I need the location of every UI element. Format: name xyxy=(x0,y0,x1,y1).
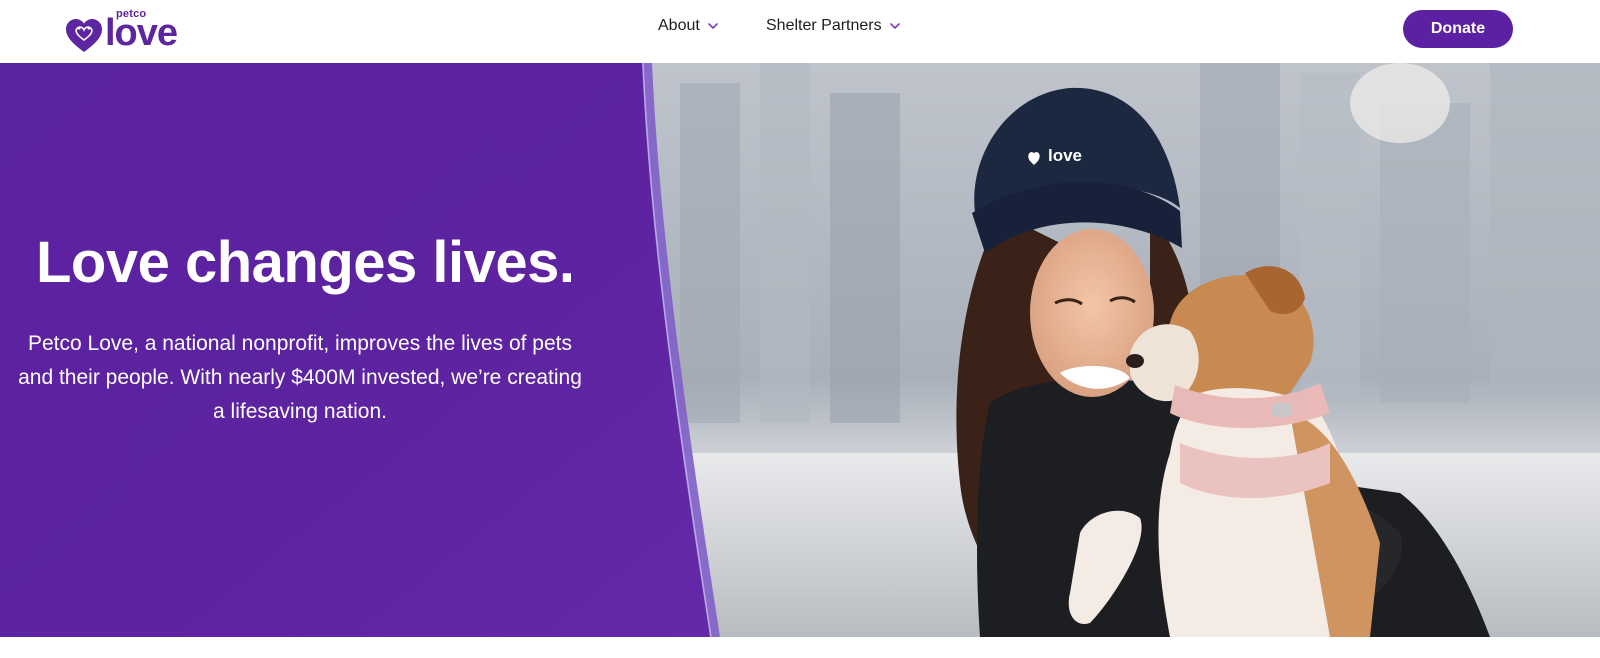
nav-shelter-partners-label: Shelter Partners xyxy=(766,17,882,34)
donate-button[interactable]: Donate xyxy=(1403,10,1513,48)
nav-shelter-partners[interactable]: Shelter Partners xyxy=(766,17,900,35)
site-header: petco love About Shelter Partners Donate xyxy=(0,0,1600,63)
chevron-down-icon xyxy=(708,23,718,30)
hero-subtext: Petco Love, a national nonprofit, improv… xyxy=(18,332,582,423)
hero-section: love Love changes lives. Petco Love, a n… xyxy=(0,63,1600,637)
hero-headline: Love changes lives. xyxy=(36,230,575,295)
hat-logo-text: love xyxy=(1048,146,1082,165)
heart-logo-icon xyxy=(66,19,102,52)
nav-about[interactable]: About xyxy=(658,17,718,35)
nav-about-label: About xyxy=(658,17,700,34)
logo-big-text: love xyxy=(105,12,178,54)
chevron-down-icon xyxy=(889,23,900,30)
petco-love-logo[interactable]: petco love xyxy=(64,8,204,54)
